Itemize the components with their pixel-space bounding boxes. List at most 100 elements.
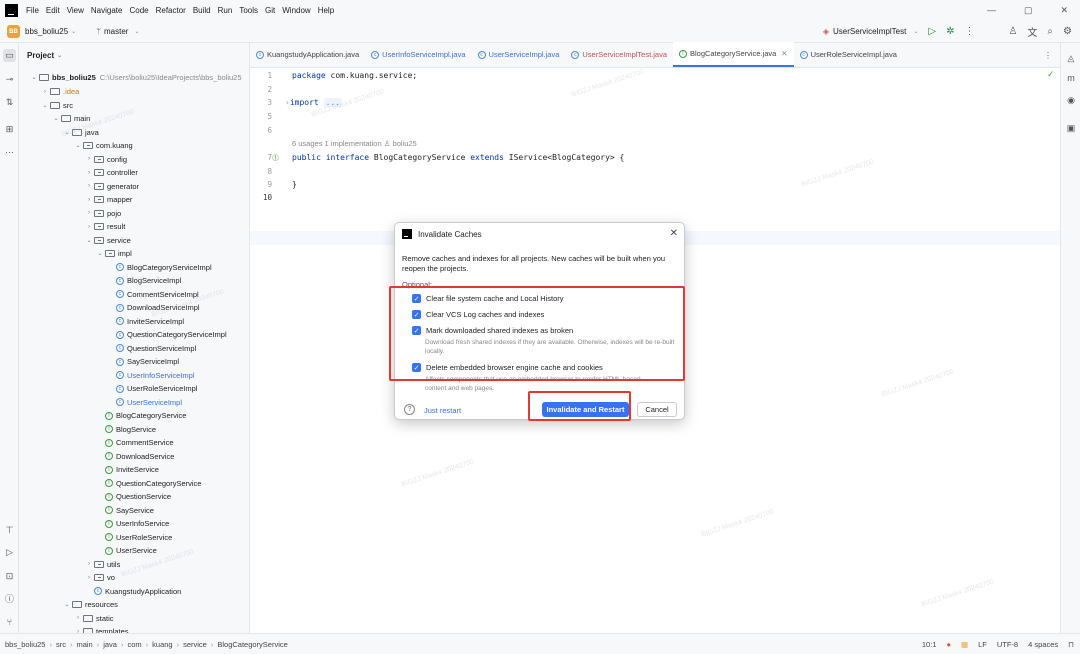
- code-line-1[interactable]: package com.kuang.service;: [292, 71, 417, 80]
- breadcrumb-item[interactable]: main: [76, 640, 92, 649]
- menu-tools[interactable]: Tools: [239, 6, 258, 15]
- commit-icon[interactable]: ⊸: [3, 73, 16, 86]
- tree-item[interactable]: › result: [19, 220, 125, 233]
- editor-tab[interactable]: I BlogCategoryService.java ✕: [673, 42, 794, 67]
- menu-build[interactable]: Build: [193, 6, 211, 15]
- more-icon[interactable]: ⋮: [1044, 51, 1052, 60]
- chevron-right-icon[interactable]: ›: [84, 561, 94, 567]
- plugin-status-icon[interactable]: ▦: [961, 640, 968, 649]
- tree-item[interactable]: I SayService: [19, 504, 154, 517]
- breadcrumb-item[interactable]: service: [183, 640, 207, 649]
- breadcrumb-item[interactable]: src: [56, 640, 66, 649]
- terminal-icon[interactable]: ⊡: [3, 570, 16, 583]
- menu-git[interactable]: Git: [265, 6, 275, 15]
- tree-item[interactable]: c CommentServiceImpl: [19, 288, 199, 301]
- translate-icon[interactable]: 文: [1027, 24, 1037, 39]
- menu-help[interactable]: Help: [318, 6, 334, 15]
- project-folder-icon[interactable]: ▭: [3, 49, 16, 62]
- more-icon[interactable]: ⋮: [964, 26, 974, 37]
- tree-item[interactable]: c UserInfoServiceImpl: [19, 369, 195, 382]
- maximize-button[interactable]: ▢: [1024, 5, 1033, 16]
- settings-icon[interactable]: ⚙: [1063, 26, 1072, 37]
- tree-item[interactable]: › utils: [19, 558, 120, 571]
- tree-item[interactable]: c BlogCategoryServiceImpl: [19, 261, 212, 274]
- tree-item[interactable]: ⌄ main: [19, 112, 90, 125]
- notifications-icon[interactable]: ◬: [1065, 52, 1077, 64]
- services-icon[interactable]: ▷: [3, 546, 16, 559]
- editor-tab[interactable]: c UserRoleServiceImpl.java: [794, 42, 903, 67]
- tree-item[interactable]: c QuestionCategoryServiceImpl: [19, 328, 227, 341]
- indent-setting[interactable]: 4 spaces: [1028, 640, 1058, 649]
- tree-item[interactable]: I InviteService: [19, 463, 159, 476]
- tree-item[interactable]: I QuestionCategoryService: [19, 477, 201, 490]
- menu-navigate[interactable]: Navigate: [91, 6, 123, 15]
- chevron-down-icon[interactable]: ⌄: [71, 28, 76, 35]
- menu-window[interactable]: Window: [282, 6, 310, 15]
- more-tools-icon[interactable]: ⋯: [3, 146, 16, 159]
- tree-item[interactable]: › pojo: [19, 207, 121, 220]
- tree-item[interactable]: › controller: [19, 166, 138, 179]
- tree-item[interactable]: c UserRoleServiceImpl: [19, 382, 197, 395]
- hammer-icon[interactable]: ⊤: [3, 524, 16, 537]
- line-separator[interactable]: LF: [978, 640, 987, 649]
- lock-icon[interactable]: ⊓: [1068, 640, 1074, 649]
- chevron-down-icon[interactable]: ⌄: [73, 142, 83, 149]
- tree-item[interactable]: ⌄ resources: [19, 598, 117, 611]
- chevron-right-icon[interactable]: ›: [84, 575, 94, 581]
- debug-icon[interactable]: ✲: [946, 26, 954, 37]
- caret-position[interactable]: 10:1: [922, 640, 937, 649]
- close-window-button[interactable]: ✕: [1060, 5, 1068, 16]
- tree-item[interactable]: c BlogServiceImpl: [19, 274, 181, 287]
- tree-item[interactable]: c DownloadServiceImpl: [19, 301, 200, 314]
- problems-icon[interactable]: ⓘ: [3, 592, 16, 605]
- tree-item[interactable]: ⌄ com.kuang: [19, 139, 132, 152]
- chevron-right-icon[interactable]: ›: [40, 89, 50, 95]
- branch-widget[interactable]: ᛘ master ⌄: [96, 27, 139, 36]
- ai-assistant-icon[interactable]: ◉: [1065, 94, 1077, 106]
- tree-item[interactable]: › config: [19, 153, 127, 166]
- project-badge[interactable]: BB: [7, 25, 20, 38]
- tree-item[interactable]: I UserService: [19, 544, 157, 557]
- tree-item[interactable]: I DownloadService: [19, 450, 174, 463]
- chevron-down-icon[interactable]: ⌄: [95, 250, 105, 257]
- breadcrumb-item[interactable]: bbs_boliu25: [5, 640, 45, 649]
- pull-requests-icon[interactable]: ⇅: [3, 96, 16, 109]
- tree-item[interactable]: c KuangstudyApplication: [19, 585, 181, 598]
- chevron-right-icon[interactable]: ›: [84, 224, 94, 230]
- code-line-7[interactable]: public interface BlogCategoryService ext…: [292, 153, 624, 162]
- add-user-icon[interactable]: ♙: [1008, 26, 1017, 37]
- inlay-hint[interactable]: 6 usages 1 implementation ♙ boliu25: [292, 139, 417, 148]
- tree-item[interactable]: ⌄ service: [19, 234, 130, 247]
- tree-item[interactable]: c SayServiceImpl: [19, 355, 179, 368]
- menu-refactor[interactable]: Refactor: [156, 6, 186, 15]
- tree-item[interactable]: ⌄ src: [19, 99, 73, 112]
- code-line-3[interactable]: ›import ...: [285, 98, 343, 107]
- tree-item[interactable]: I BlogCategoryService: [19, 409, 186, 422]
- ai-status-icon[interactable]: ●: [946, 640, 951, 649]
- breadcrumb-item[interactable]: kuang: [152, 640, 172, 649]
- tree-item[interactable]: › vo: [19, 571, 115, 584]
- chevron-down-icon[interactable]: ⌄: [51, 115, 61, 122]
- tree-item[interactable]: › generator: [19, 180, 139, 193]
- breadcrumb-item[interactable]: java: [103, 640, 117, 649]
- close-icon[interactable]: ✕: [670, 228, 678, 239]
- maven-icon[interactable]: m: [1065, 72, 1077, 84]
- help-icon[interactable]: ?: [404, 404, 415, 415]
- editor-tab[interactable]: c UserServiceImplTest.java: [565, 42, 673, 67]
- chevron-right-icon[interactable]: ›: [73, 615, 83, 621]
- chevron-right-icon[interactable]: ›: [84, 183, 94, 189]
- menu-code[interactable]: Code: [129, 6, 148, 15]
- editor-tab[interactable]: c UserInfoServiceImpl.java: [365, 42, 471, 67]
- editor-tab[interactable]: c UserServiceImpl.java: [472, 42, 566, 67]
- menu-run[interactable]: Run: [218, 6, 233, 15]
- chevron-down-icon[interactable]: ⌄: [40, 102, 50, 109]
- search-icon[interactable]: ⌕: [1047, 26, 1053, 37]
- tree-item[interactable]: c UserServiceImpl: [19, 396, 182, 409]
- menu-file[interactable]: File: [26, 6, 39, 15]
- tree-item[interactable]: I UserRoleService: [19, 531, 172, 544]
- chevron-down-icon[interactable]: ⌄: [62, 601, 72, 608]
- tree-item[interactable]: c QuestionServiceImpl: [19, 342, 196, 355]
- tree-item[interactable]: I QuestionService: [19, 490, 171, 503]
- menu-view[interactable]: View: [67, 6, 84, 15]
- project-panel-header[interactable]: Project ⌄: [19, 43, 249, 68]
